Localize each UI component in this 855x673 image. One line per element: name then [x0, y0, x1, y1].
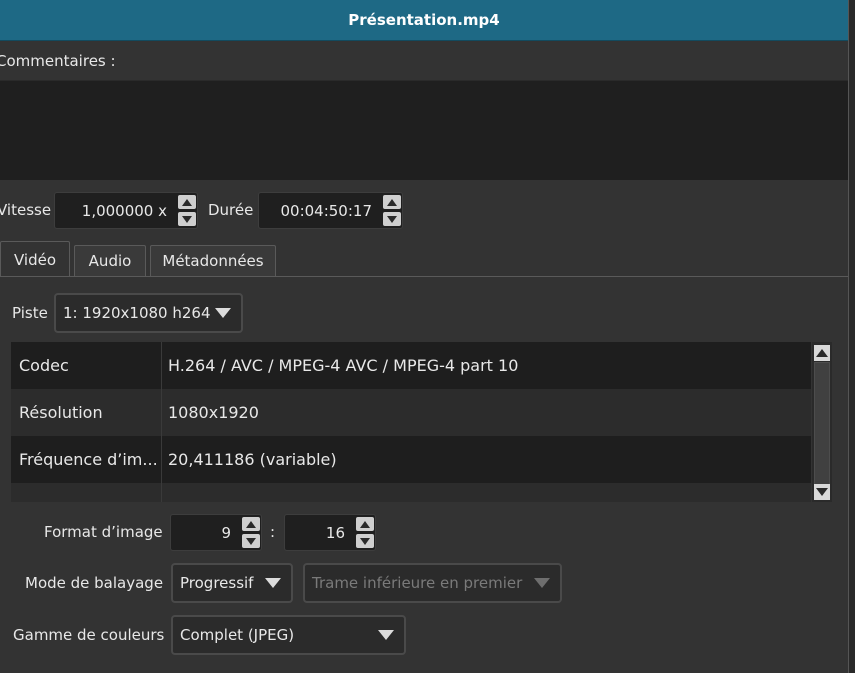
speed-spinbox[interactable]: 1,000000 x: [54, 192, 198, 229]
table-row[interactable]: Résolution 1080x1920: [11, 389, 811, 436]
speed-down-arrow-icon[interactable]: [178, 212, 196, 226]
track-value: 1: 1920x1080 h264: [63, 304, 211, 322]
speed-value: 1,000000 x: [81, 201, 167, 220]
property-key: Fréquence d’im...: [19, 450, 158, 469]
track-dropdown[interactable]: 1: 1920x1080 h264: [54, 293, 243, 333]
aspect-den-up-arrow-icon[interactable]: [356, 517, 374, 531]
field-order-value: Trame inférieure en premier: [312, 574, 523, 592]
scrollbar-thumb[interactable]: [814, 362, 830, 494]
chevron-down-icon: [215, 308, 231, 318]
table-row[interactable]: Fréquence d’im... 20,411186 (variable): [11, 436, 811, 483]
properties-table[interactable]: Codec H.264 / AVC / MPEG-4 AVC / MPEG-4 …: [11, 342, 811, 502]
column-divider: [161, 389, 162, 436]
duration-up-arrow-icon[interactable]: [383, 195, 401, 209]
track-label: Piste: [12, 304, 48, 322]
table-scrollbar[interactable]: [812, 342, 832, 502]
tab-video[interactable]: Vidéo: [0, 241, 70, 277]
aspect-ratio-label: Format d’image: [44, 523, 163, 541]
field-order-dropdown: Trame inférieure en premier: [303, 563, 562, 603]
aspect-num-down-arrow-icon[interactable]: [242, 534, 260, 548]
aspect-num-spinbox[interactable]: 9: [170, 514, 262, 551]
aspect-num-value: 9: [221, 523, 231, 542]
comments-label: Commentaires :: [0, 52, 116, 70]
window-title: Présentation.mp4: [0, 0, 848, 41]
aspect-den-value: 16: [325, 523, 345, 542]
tab-metadata[interactable]: Métadonnées: [150, 245, 276, 276]
aspect-den-down-arrow-icon[interactable]: [356, 534, 374, 548]
chevron-down-icon: [534, 578, 550, 588]
duration-down-arrow-icon[interactable]: [383, 212, 401, 226]
scan-mode-label: Mode de balayage: [25, 574, 164, 592]
scroll-down-arrow-icon[interactable]: [814, 484, 830, 500]
property-value: 1080x1920: [168, 403, 259, 422]
aspect-num-up-arrow-icon[interactable]: [242, 517, 260, 531]
column-divider: [161, 342, 162, 389]
property-key: Codec: [19, 356, 69, 375]
comments-field[interactable]: [0, 80, 848, 180]
duration-spinbox[interactable]: 00:04:50:17: [258, 192, 403, 229]
aspect-separator: :: [270, 523, 276, 541]
aspect-den-spinbox[interactable]: 16: [284, 514, 376, 551]
chevron-down-icon: [265, 578, 281, 588]
color-range-dropdown[interactable]: Complet (JPEG): [171, 615, 406, 655]
property-value: H.264 / AVC / MPEG-4 AVC / MPEG-4 part 1…: [168, 356, 519, 375]
column-divider: [161, 436, 162, 483]
scan-mode-dropdown[interactable]: Progressif: [171, 563, 293, 603]
column-divider: [161, 483, 162, 502]
duration-value: 00:04:50:17: [280, 201, 372, 220]
scroll-up-arrow-icon[interactable]: [814, 345, 830, 361]
property-value: 20,411186 (variable): [168, 450, 337, 469]
scan-mode-value: Progressif: [180, 574, 254, 592]
tab-audio[interactable]: Audio: [74, 245, 146, 276]
property-key: Résolution: [19, 403, 103, 422]
chevron-down-icon: [378, 630, 394, 640]
table-row[interactable]: [11, 483, 811, 502]
table-row[interactable]: Codec H.264 / AVC / MPEG-4 AVC / MPEG-4 …: [11, 342, 811, 389]
duration-label: Durée: [208, 201, 254, 219]
window-edge: [848, 0, 855, 673]
color-range-label: Gamme de couleurs: [13, 626, 165, 644]
speed-up-arrow-icon[interactable]: [178, 195, 196, 209]
speed-label: Vitesse: [0, 201, 52, 219]
color-range-value: Complet (JPEG): [180, 626, 295, 644]
